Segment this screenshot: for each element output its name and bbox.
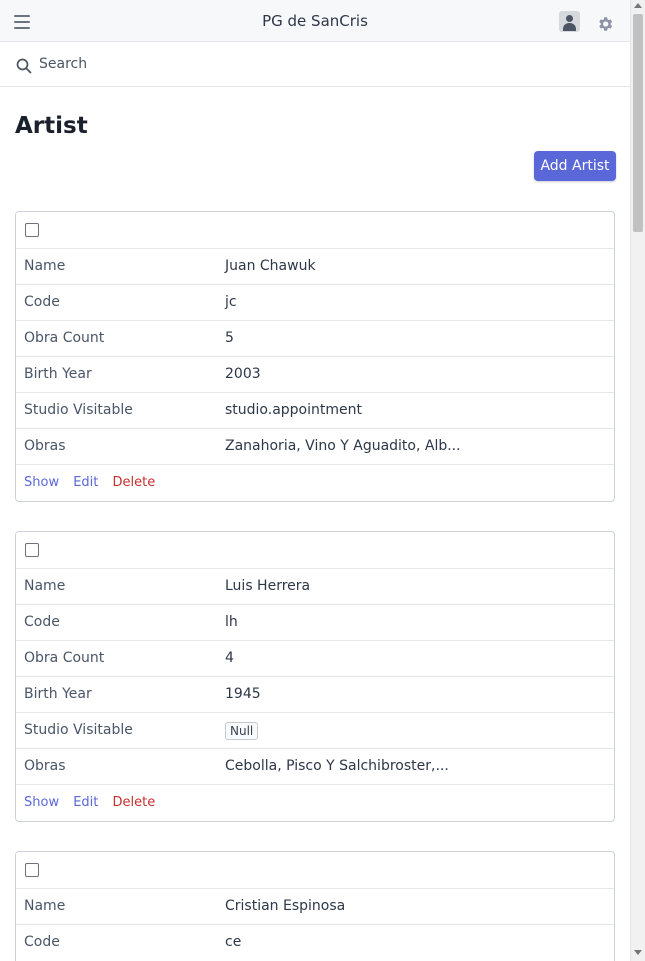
row-checkbox[interactable] xyxy=(25,223,39,237)
gear-icon[interactable] xyxy=(596,15,614,33)
show-link[interactable]: Show xyxy=(24,795,59,810)
search-input[interactable] xyxy=(39,53,599,75)
null-badge: Null xyxy=(225,722,259,740)
artist-name: Cristian Espinosa xyxy=(225,898,346,914)
scrollbar-thumb[interactable] xyxy=(633,14,643,232)
field-row: Obra Count 5 xyxy=(16,321,614,357)
field-row: Code ce xyxy=(16,925,614,961)
field-row: Name Cristian Espinosa xyxy=(16,889,614,925)
edit-link[interactable]: Edit xyxy=(73,795,98,810)
artist-code: lh xyxy=(225,614,238,630)
field-row: Obras Zanahoria, Vino Y Aguadito, Alb... xyxy=(16,429,614,465)
search-icon xyxy=(16,58,32,74)
artist-obra-count: 4 xyxy=(225,650,234,666)
search-bar xyxy=(0,42,630,87)
artist-birth-year: 2003 xyxy=(225,366,261,382)
scroll-up-arrow-icon[interactable] xyxy=(634,3,642,8)
delete-link[interactable]: Delete xyxy=(113,795,156,810)
field-label: Obra Count xyxy=(24,650,105,666)
artist-obras: Zanahoria, Vino Y Aguadito, Alb... xyxy=(225,438,461,454)
edit-link[interactable]: Edit xyxy=(73,475,98,490)
artist-card: Name Juan Chawuk Code jc Obra Count 5 Bi… xyxy=(15,211,615,502)
scroll-down-arrow-icon[interactable] xyxy=(634,950,642,955)
field-row: Obras Cebolla, Pisco Y Salchibroster,... xyxy=(16,749,614,785)
artist-studio-visitable: studio.appointment xyxy=(225,402,362,418)
field-label: Studio Visitable xyxy=(24,722,133,738)
field-label: Studio Visitable xyxy=(24,402,133,418)
user-icon[interactable] xyxy=(559,11,580,32)
field-label: Code xyxy=(24,934,60,950)
artist-card: Name Luis Herrera Code lh Obra Count 4 B… xyxy=(15,531,615,822)
field-label: Birth Year xyxy=(24,366,92,382)
field-label: Name xyxy=(24,258,66,274)
artist-name: Juan Chawuk xyxy=(225,258,316,274)
artist-code: jc xyxy=(225,294,237,310)
field-row: Studio Visitable studio.appointment xyxy=(16,393,614,429)
show-link[interactable]: Show xyxy=(24,475,59,490)
actions-row: Show Edit Delete xyxy=(16,465,614,501)
field-label: Obras xyxy=(24,438,66,454)
field-label: Name xyxy=(24,898,66,914)
artist-obras: Cebolla, Pisco Y Salchibroster,... xyxy=(225,758,449,774)
add-artist-button[interactable]: Add Artist xyxy=(534,151,616,181)
artist-birth-year: 1945 xyxy=(225,686,261,702)
field-label: Birth Year xyxy=(24,686,92,702)
artist-name: Luis Herrera xyxy=(225,578,311,594)
field-row: Name Luis Herrera xyxy=(16,569,614,605)
field-label: Obras xyxy=(24,758,66,774)
field-label: Code xyxy=(24,294,60,310)
row-checkbox[interactable] xyxy=(25,543,39,557)
field-label: Code xyxy=(24,614,60,630)
field-label: Obra Count xyxy=(24,330,105,346)
field-row: Code jc xyxy=(16,285,614,321)
scrollbar[interactable] xyxy=(630,0,645,961)
artist-obra-count: 5 xyxy=(225,330,234,346)
field-row: Birth Year 1945 xyxy=(16,677,614,713)
artist-card: Name Cristian Espinosa Code ce xyxy=(15,851,615,961)
artist-code: ce xyxy=(225,934,242,950)
field-row: Code lh xyxy=(16,605,614,641)
app-title: PG de SanCris xyxy=(262,12,368,30)
delete-link[interactable]: Delete xyxy=(113,475,156,490)
field-label: Name xyxy=(24,578,66,594)
field-row: Obra Count 4 xyxy=(16,641,614,677)
row-checkbox[interactable] xyxy=(25,863,39,877)
field-row: Birth Year 2003 xyxy=(16,357,614,393)
field-row: Name Juan Chawuk xyxy=(16,249,614,285)
top-bar: PG de SanCris xyxy=(0,0,630,42)
actions-row: Show Edit Delete xyxy=(16,785,614,821)
page-title: Artist xyxy=(15,113,88,139)
field-row: Studio Visitable Null xyxy=(16,713,614,749)
